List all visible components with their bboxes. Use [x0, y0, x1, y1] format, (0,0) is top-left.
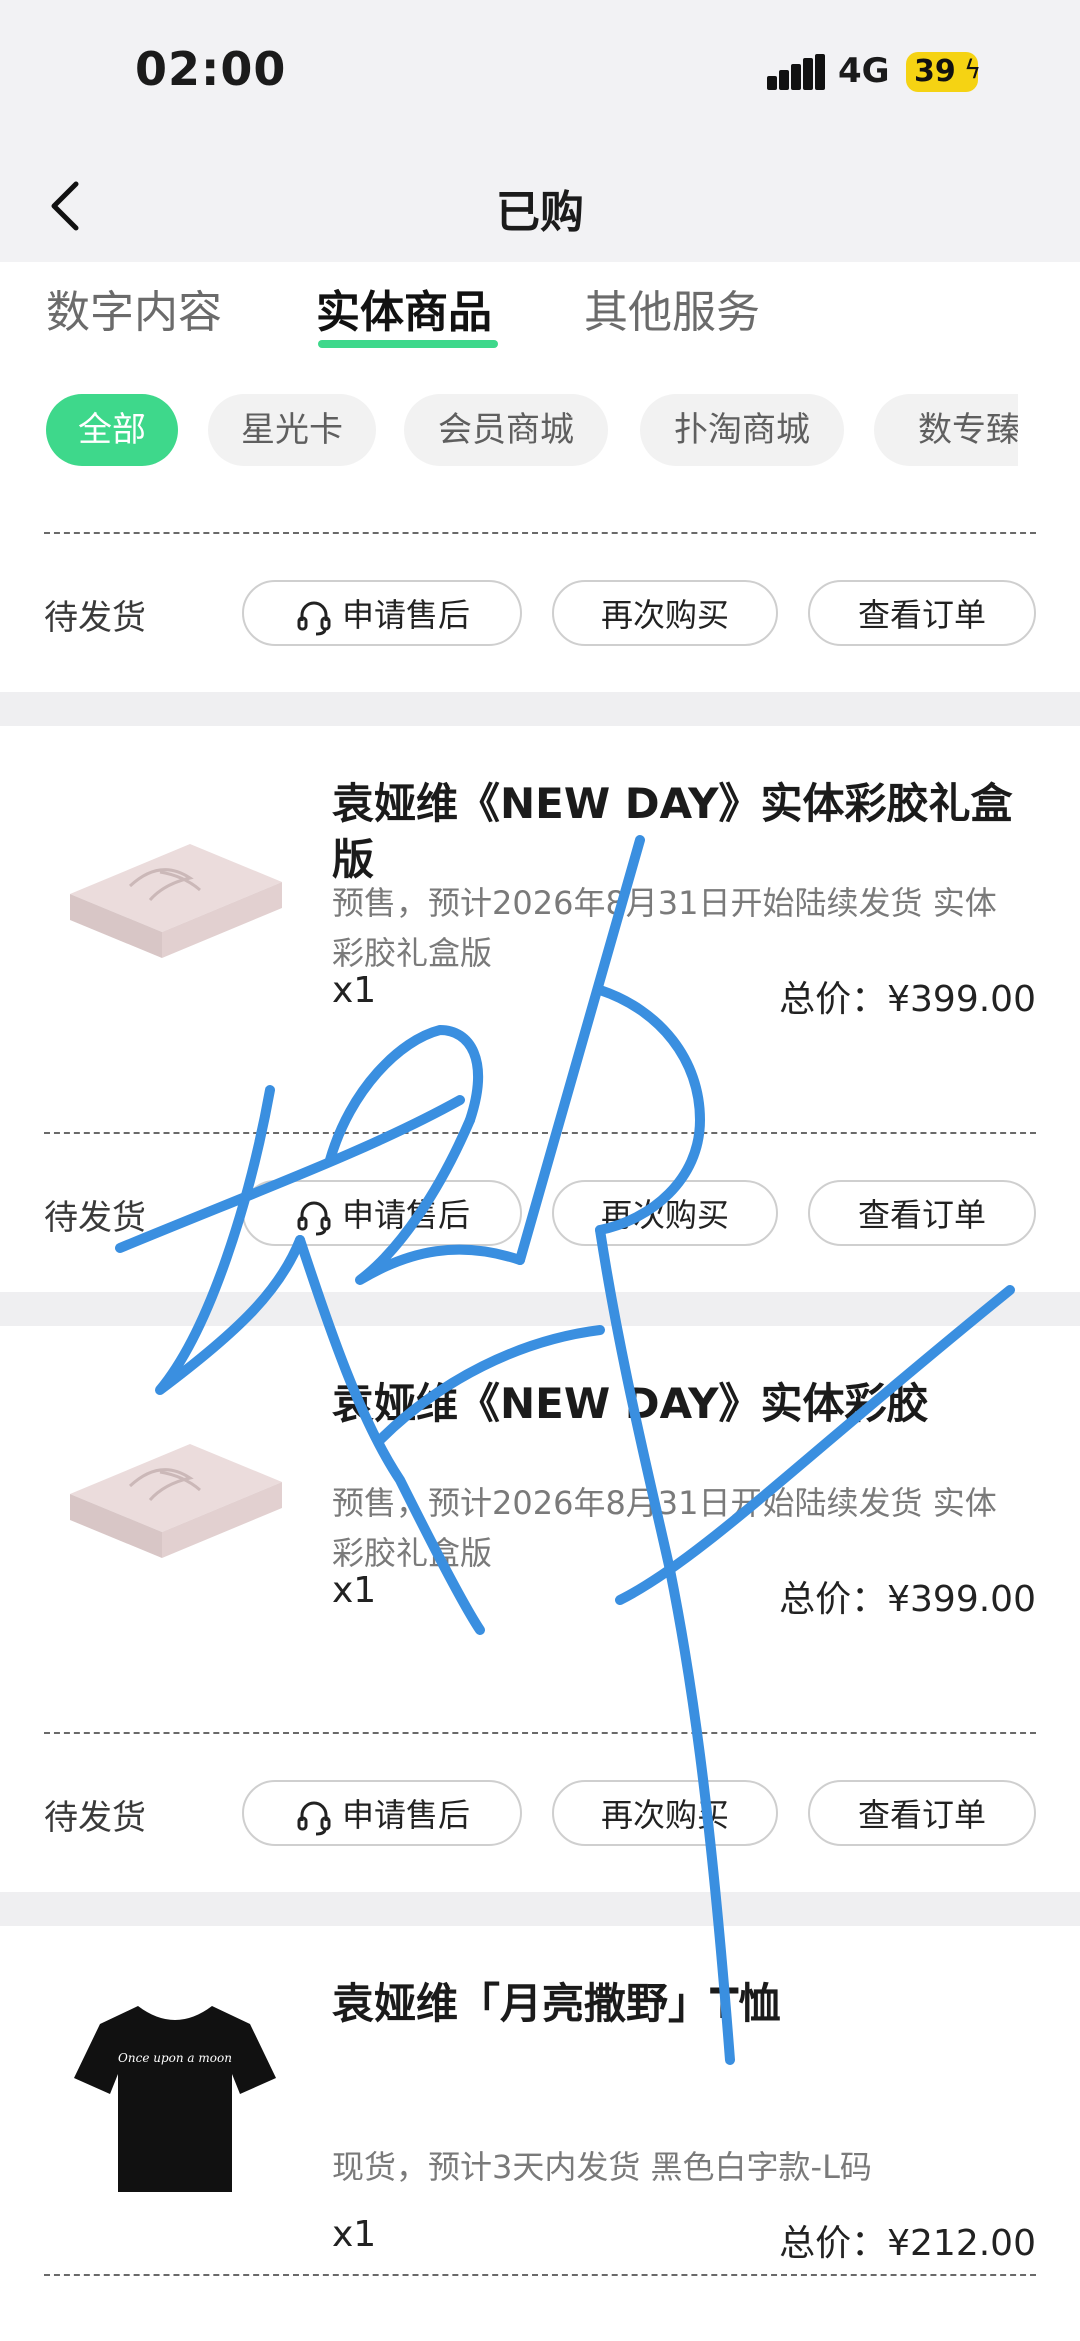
- after-sale-label: 申请售后: [341, 1796, 470, 1834]
- product-title[interactable]: 袁娅维「月亮撒野」T恤: [332, 1976, 1032, 2032]
- view-order-button[interactable]: 查看订单: [808, 1780, 1036, 1846]
- product-price: 总价：¥212.00: [779, 2223, 1036, 2264]
- after-sale-button[interactable]: 申请售后: [242, 580, 522, 646]
- order-status: 待发货: [44, 1198, 146, 1238]
- product-desc: 预售，预计2026年8月31日开始陆续发货 实体彩胶礼盒版: [332, 1484, 997, 1572]
- status-bar: 02:00 4G 39 ϟ: [0, 0, 1080, 150]
- filter-chip-putao-mall[interactable]: 扑淘商城: [640, 394, 844, 466]
- active-tab-indicator: [318, 340, 498, 348]
- tshirt-image: Once upon a moon: [74, 2006, 276, 2192]
- product-qty: x1: [332, 1570, 377, 1611]
- filter-chip-starlight-card[interactable]: 星光卡: [208, 394, 376, 466]
- product-qty: x1: [332, 970, 377, 1011]
- filter-chip-all[interactable]: 全部: [46, 394, 178, 466]
- tshirt-print: Once upon a moon: [118, 2051, 232, 2065]
- view-order-button[interactable]: 查看订单: [808, 580, 1036, 646]
- after-sale-button[interactable]: 申请售后: [242, 1780, 522, 1846]
- page-title: 已购: [496, 187, 584, 238]
- divider: [44, 1732, 1036, 1734]
- tab-other-services[interactable]: 其他服务: [584, 276, 760, 340]
- rebuy-button[interactable]: 再次购买: [552, 1180, 778, 1246]
- battery-icon: 39 ϟ: [906, 52, 982, 92]
- chip-row-fade: [1018, 384, 1080, 476]
- product-desc: 现货，预计3天内发货 黑色白字款-L码: [332, 2148, 872, 2186]
- after-sale-label: 申请售后: [341, 1196, 470, 1234]
- view-order-button[interactable]: 查看订单: [808, 1180, 1036, 1246]
- network-type: 4G: [838, 51, 890, 91]
- product-title[interactable]: 袁娅维《NEW DAY》实体彩胶: [332, 1376, 1032, 1432]
- status-time: 02:00: [135, 42, 287, 96]
- section-gap: [0, 692, 1080, 726]
- divider: [44, 532, 1036, 534]
- order-status: 待发货: [44, 598, 146, 638]
- headset-icon: [297, 1801, 331, 1836]
- charging-bolt-icon: ϟ: [964, 55, 982, 85]
- product-title[interactable]: 袁娅维《NEW DAY》实体彩胶礼盒版: [332, 776, 1032, 888]
- vinyl-box-image: [70, 844, 282, 958]
- divider: [44, 2274, 1036, 2276]
- battery-level: 39: [914, 54, 956, 89]
- product-desc: 预售，预计2026年8月31日开始陆续发货 实体彩胶礼盒版: [332, 884, 997, 972]
- headset-icon: [297, 1201, 331, 1236]
- product-qty: x1: [332, 2214, 377, 2255]
- headset-icon: [297, 601, 331, 636]
- rebuy-button[interactable]: 再次购买: [552, 580, 778, 646]
- rebuy-button[interactable]: 再次购买: [552, 1780, 778, 1846]
- section-gap: [0, 1292, 1080, 1326]
- divider: [44, 1132, 1036, 1134]
- filter-chip-member-mall[interactable]: 会员商城: [404, 394, 608, 466]
- main-content: 数字内容 实体商品 其他服务 全部 星光卡 会员商城 扑淘商城 数专臻 待发货 …: [0, 262, 1080, 2341]
- after-sale-button[interactable]: 申请售后: [242, 1180, 522, 1246]
- signal-icon: [767, 54, 825, 90]
- after-sale-label: 申请售后: [341, 596, 470, 634]
- product-price: 总价：¥399.00: [779, 979, 1036, 1020]
- tab-digital-content[interactable]: 数字内容: [46, 276, 222, 340]
- section-gap: [0, 1892, 1080, 1926]
- nav-bar: 已购: [0, 150, 1080, 262]
- order-status: 待发货: [44, 1798, 146, 1838]
- tab-physical-goods[interactable]: 实体商品: [316, 276, 492, 340]
- product-price: 总价：¥399.00: [779, 1579, 1036, 1620]
- vinyl-box-image: [70, 1444, 282, 1558]
